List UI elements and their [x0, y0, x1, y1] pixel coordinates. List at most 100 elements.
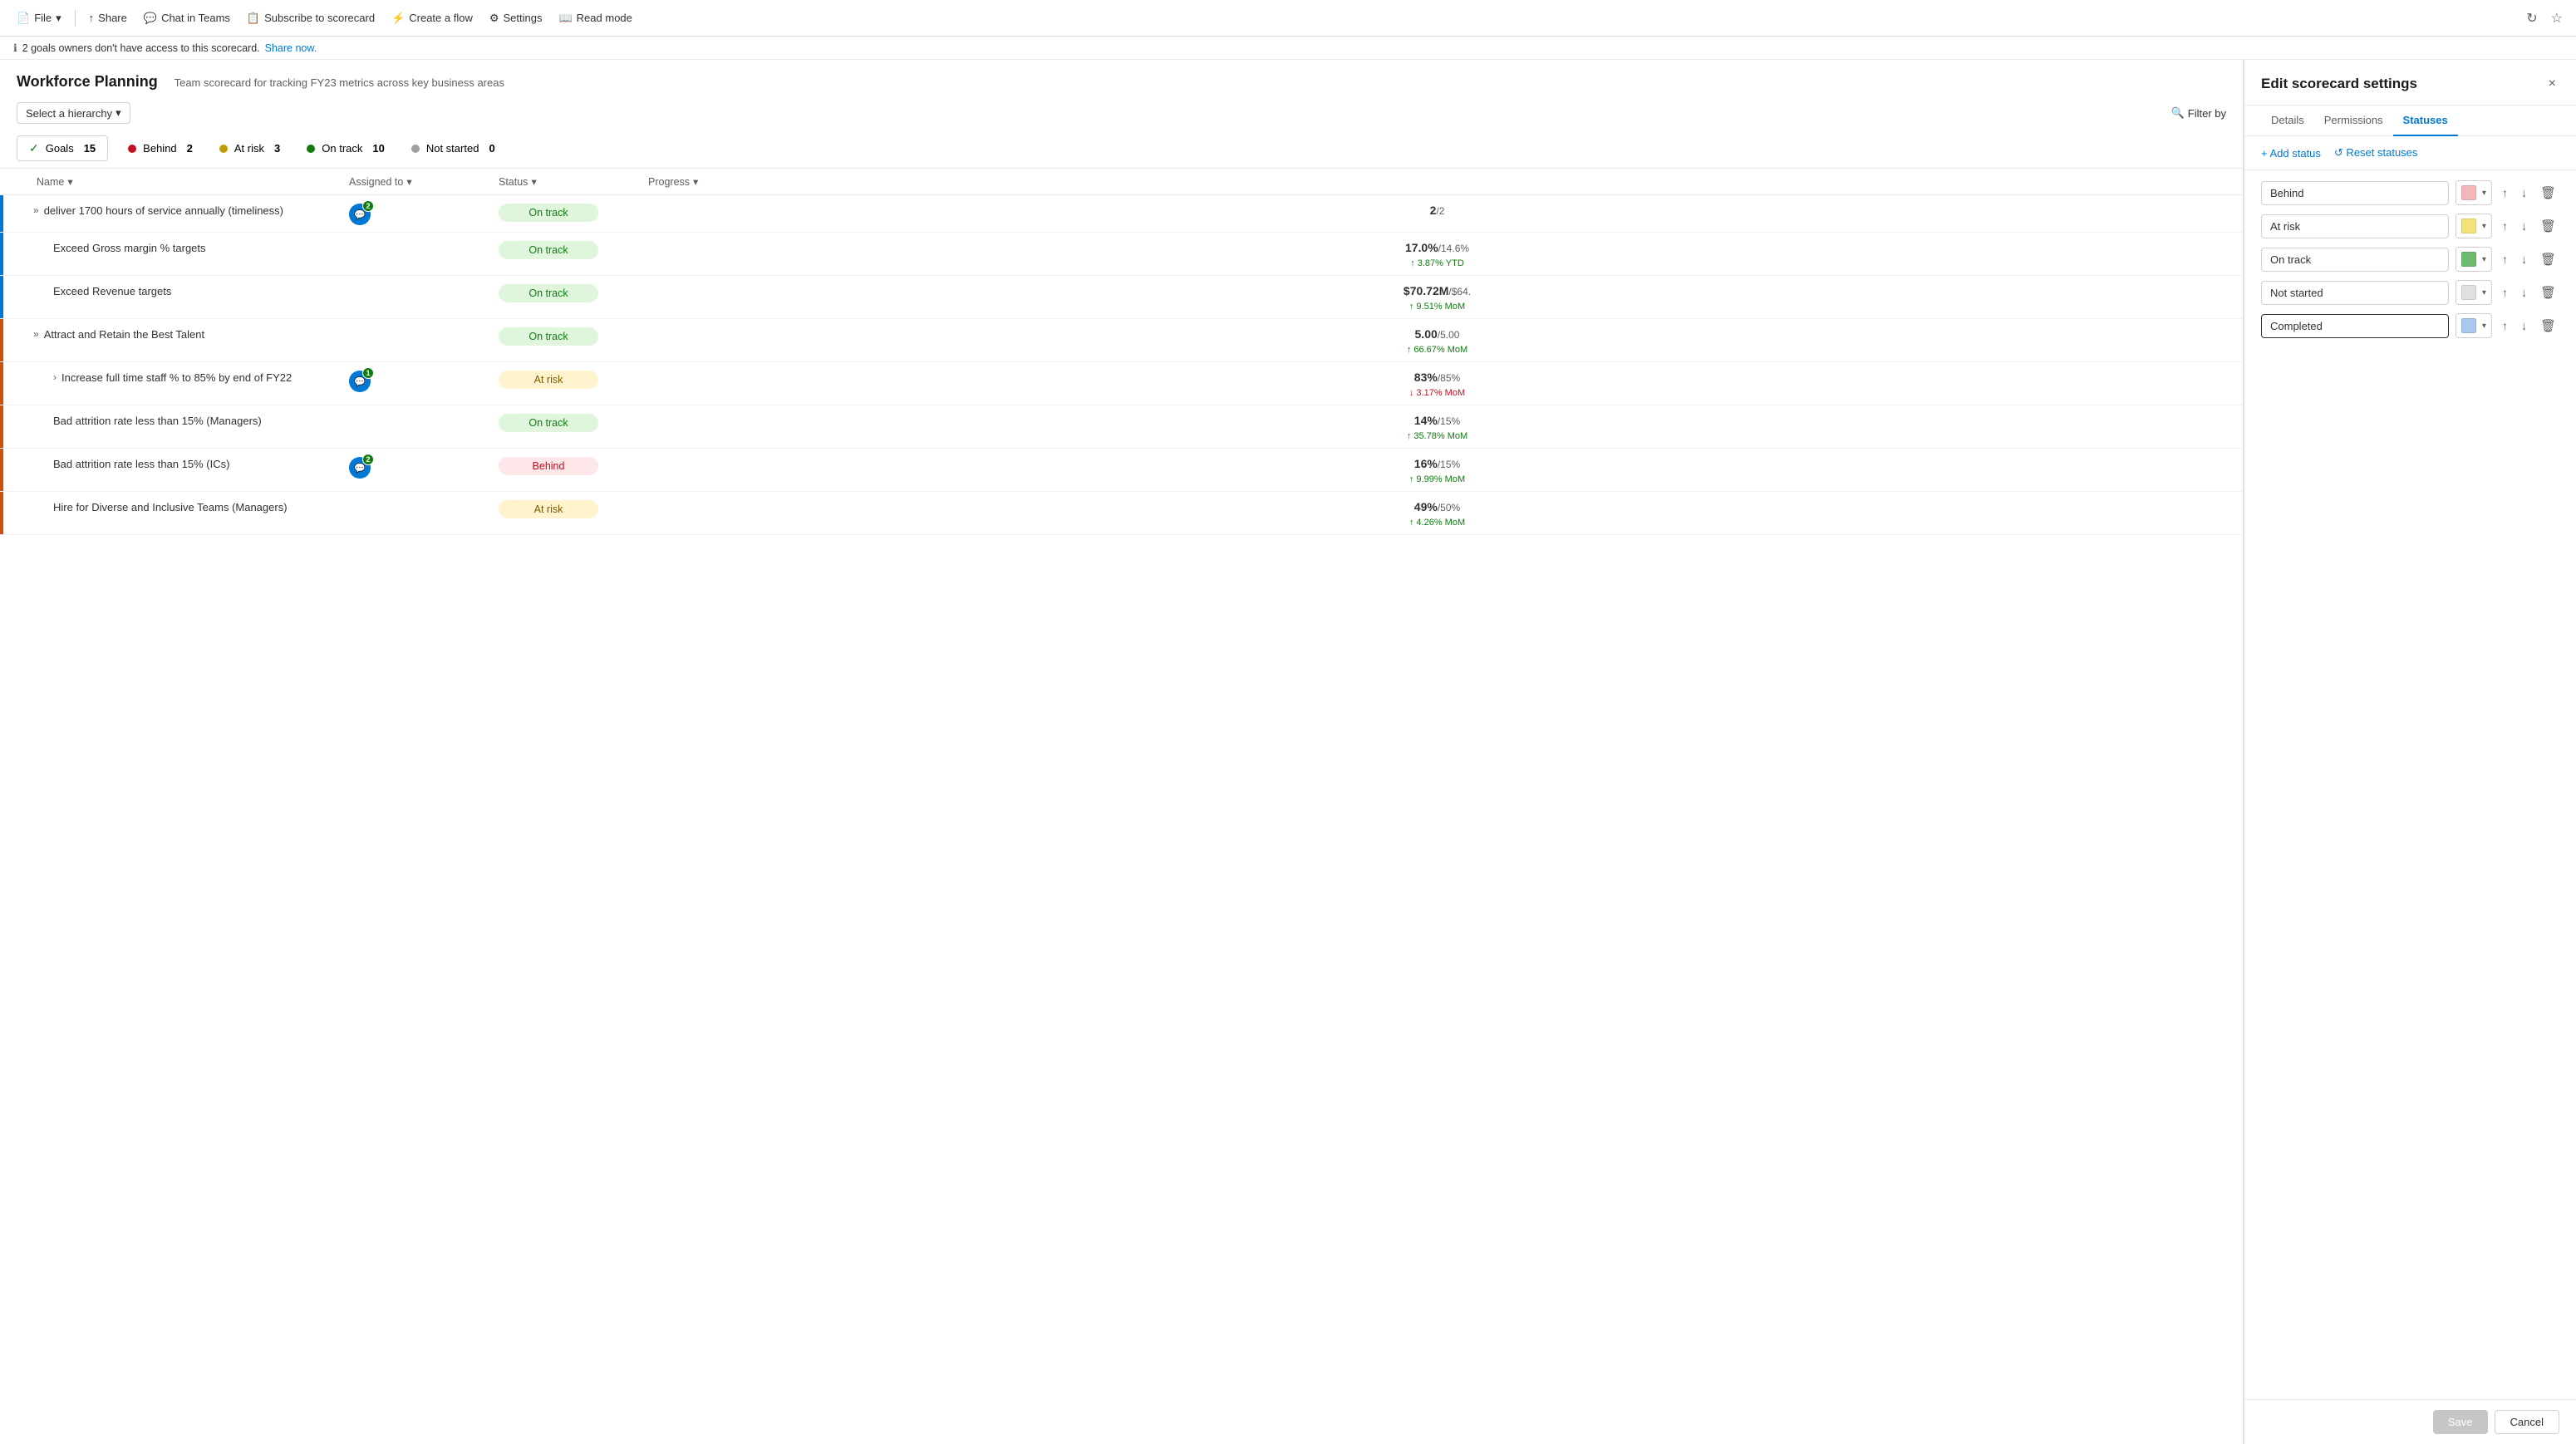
status-completed-color-picker[interactable]: ▾ [2456, 313, 2492, 338]
filter-button[interactable]: 🔍 Filter by [2171, 106, 2226, 120]
toolbar-share[interactable]: ↑ Share [82, 8, 134, 27]
ontrack-delete-button[interactable]: 🗑 [2537, 248, 2559, 270]
toolbar-chat[interactable]: 💬 Chat in Teams [137, 8, 237, 28]
col-header-assigned[interactable]: Assigned to ▾ [349, 175, 499, 188]
ontrack-move-up-button[interactable]: ↑ [2499, 249, 2511, 269]
status-badge[interactable]: On track [499, 327, 598, 346]
toolbar-subscribe[interactable]: 📋 Subscribe to scorecard [240, 8, 381, 28]
summary-notstarted[interactable]: Not started 0 [401, 137, 512, 160]
row-name-text: Exceed Gross margin % targets [53, 241, 206, 256]
behind-caret-icon: ▾ [2482, 189, 2486, 198]
row-status-cell: On track [499, 412, 648, 432]
toolbar-read-mode[interactable]: 📖 Read mode [552, 8, 638, 28]
panel-close-button[interactable]: × [2545, 73, 2559, 95]
completed-delete-button[interactable]: 🗑 [2537, 315, 2559, 336]
status-behind-color-picker[interactable]: ▾ [2456, 180, 2492, 205]
table-row: »Attract and Retain the Best Talent On tr… [0, 319, 2243, 362]
left-panel: Workforce Planning Team scorecard for tr… [0, 60, 2244, 1444]
badge-count: 1 [362, 367, 374, 379]
status-notstarted-input[interactable] [2261, 281, 2449, 305]
table-row: Hire for Diverse and Inclusive Teams (Ma… [0, 492, 2243, 535]
summary-goals[interactable]: ✓ Goals 15 [17, 135, 108, 161]
atrisk-color-swatch [2461, 219, 2476, 233]
flow-icon: ⚡ [391, 12, 405, 25]
status-badge[interactable]: Behind [499, 457, 598, 475]
avatar[interactable]: 💬1 [349, 371, 371, 392]
tab-permissions[interactable]: Permissions [2314, 106, 2393, 136]
atrisk-move-up-button[interactable]: ↑ [2499, 216, 2511, 236]
completed-move-down-button[interactable]: ↓ [2518, 316, 2530, 336]
status-badge[interactable]: On track [499, 284, 598, 302]
row-status-cell: On track [499, 202, 648, 222]
status-atrisk-input[interactable] [2261, 214, 2449, 238]
status-completed-input[interactable] [2261, 314, 2449, 338]
ontrack-count: 10 [372, 142, 384, 155]
progress-sub: /15% [1438, 459, 1460, 470]
row-name-cell: Exceed Revenue targets [17, 282, 349, 299]
notstarted-move-down-button[interactable]: ↓ [2518, 282, 2530, 302]
row-progress-cell: 14%/15%↑ 35.78% MoM [648, 412, 2226, 441]
expand-icon[interactable]: › [53, 371, 57, 383]
toolbar-create-flow[interactable]: ⚡ Create a flow [385, 8, 479, 28]
toolbar-settings[interactable]: ⚙ Settings [483, 8, 549, 28]
status-ontrack-color-picker[interactable]: ▾ [2456, 247, 2492, 272]
progress-sub: /50% [1438, 502, 1460, 513]
ontrack-move-down-button[interactable]: ↓ [2518, 249, 2530, 269]
file-label: File [34, 12, 52, 24]
status-badge[interactable]: On track [499, 414, 598, 432]
progress-sub: /5.00 [1438, 329, 1460, 341]
behind-delete-button[interactable]: 🗑 [2537, 182, 2559, 204]
tab-details[interactable]: Details [2261, 106, 2314, 136]
tab-statuses[interactable]: Statuses [2393, 106, 2458, 136]
col-header-progress[interactable]: Progress ▾ [648, 175, 2226, 188]
add-status-button[interactable]: + Add status [2261, 147, 2321, 160]
status-badge[interactable]: On track [499, 241, 598, 259]
cancel-button[interactable]: Cancel [2495, 1410, 2559, 1434]
share-now-link[interactable]: Share now. [265, 42, 317, 54]
completed-move-up-button[interactable]: ↑ [2499, 316, 2511, 336]
behind-move-down-button[interactable]: ↓ [2518, 183, 2530, 203]
avatar[interactable]: 💬2 [349, 204, 371, 225]
status-row-ontrack: ▾ ↑ ↓ 🗑 [2261, 247, 2559, 272]
avatar[interactable]: 💬2 [349, 457, 371, 479]
row-name-cell: »Attract and Retain the Best Talent [17, 326, 349, 342]
status-badge[interactable]: At risk [499, 371, 598, 389]
star-icon[interactable]: ☆ [2548, 7, 2566, 30]
expand-icon[interactable]: » [33, 204, 39, 216]
refresh-icon[interactable]: ↻ [2523, 7, 2540, 30]
reset-statuses-button[interactable]: ↺ Reset statuses [2334, 146, 2418, 160]
atrisk-delete-button[interactable]: 🗑 [2537, 215, 2559, 237]
status-badge[interactable]: On track [499, 204, 598, 222]
status-badge[interactable]: At risk [499, 500, 598, 518]
notstarted-move-up-button[interactable]: ↑ [2499, 282, 2511, 302]
share-label: Share [98, 12, 127, 24]
progress-main: 5.00/5.00 [1415, 327, 1460, 341]
status-row-notstarted: ▾ ↑ ↓ 🗑 [2261, 280, 2559, 305]
behind-move-up-button[interactable]: ↑ [2499, 183, 2511, 203]
summary-behind[interactable]: Behind 2 [118, 137, 209, 160]
status-ontrack-input[interactable] [2261, 248, 2449, 272]
notstarted-delete-button[interactable]: 🗑 [2537, 282, 2559, 303]
row-accent-bar [0, 449, 3, 491]
hierarchy-selector[interactable]: Select a hierarchy ▾ [17, 102, 130, 124]
expand-icon[interactable]: » [33, 328, 39, 340]
file-dropdown-icon: ▾ [56, 12, 61, 25]
summary-atrisk[interactable]: At risk 3 [209, 137, 297, 160]
save-button[interactable]: Save [2433, 1410, 2488, 1434]
progress-main: 14%/15% [1414, 414, 1460, 427]
row-status-cell: On track [499, 282, 648, 302]
table-row: Bad attrition rate less than 15% (Manage… [0, 405, 2243, 449]
progress-sort-icon: ▾ [693, 175, 698, 188]
summary-ontrack[interactable]: On track 10 [297, 137, 401, 160]
table-header: Name ▾ Assigned to ▾ Status ▾ Progress ▾ [0, 169, 2243, 195]
status-notstarted-color-picker[interactable]: ▾ [2456, 280, 2492, 305]
col-header-name[interactable]: Name ▾ [17, 175, 349, 188]
save-label: Save [2448, 1416, 2473, 1428]
row-accent-bar [0, 276, 3, 318]
toolbar-file[interactable]: 📄 File ▾ [10, 8, 68, 28]
status-atrisk-color-picker[interactable]: ▾ [2456, 214, 2492, 238]
table-row: »deliver 1700 hours of service annually … [0, 195, 2243, 233]
status-behind-input[interactable] [2261, 181, 2449, 205]
atrisk-move-down-button[interactable]: ↓ [2518, 216, 2530, 236]
col-header-status[interactable]: Status ▾ [499, 175, 648, 188]
